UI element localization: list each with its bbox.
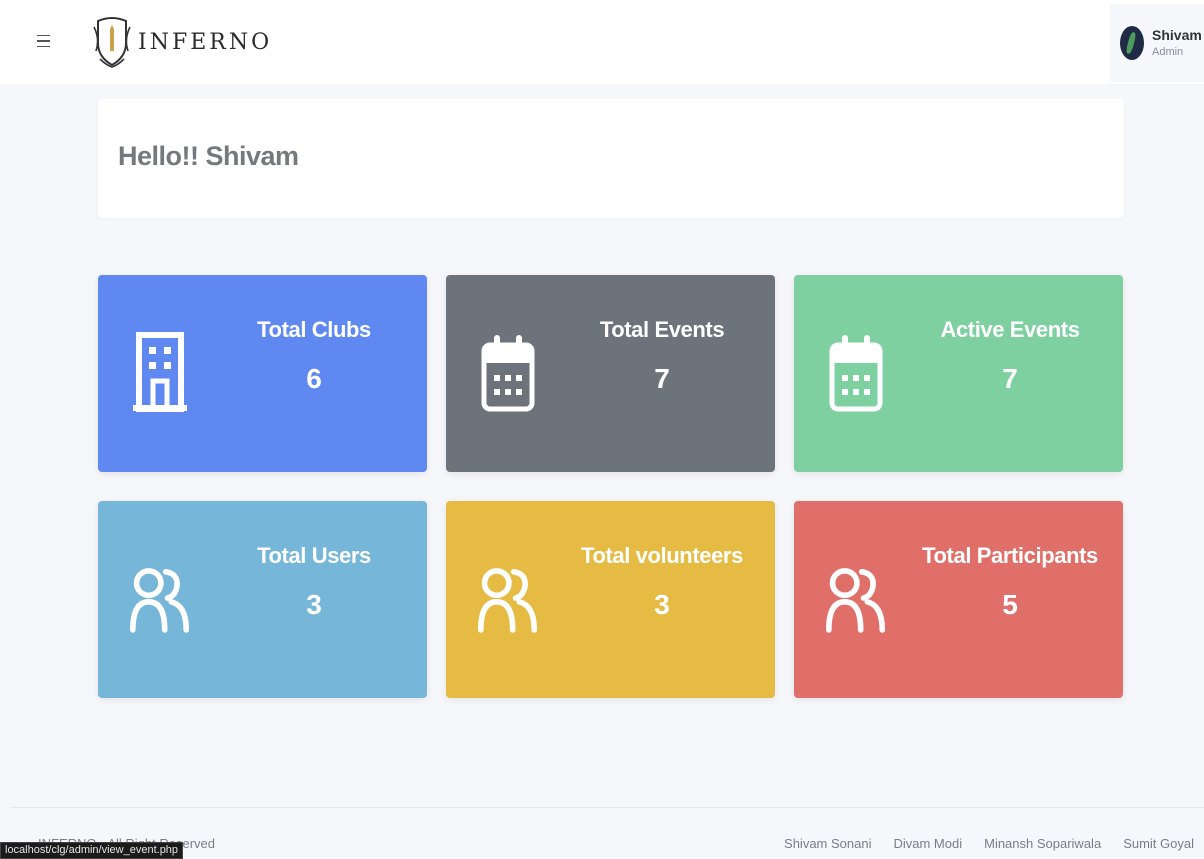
browser-status-url: localhost/clg/admin/view_event.php xyxy=(0,842,184,859)
stat-value: 7 xyxy=(1002,363,1018,394)
stat-label: Total Events xyxy=(599,317,725,342)
stat-label: Total Clubs xyxy=(257,317,371,342)
stat-value: 3 xyxy=(306,589,322,620)
footer-links: Shivam Sonani Divam Modi Minansh Sopariw… xyxy=(784,836,1194,851)
stat-card-total-users[interactable]: Total Users 3 xyxy=(98,501,427,698)
calendar-icon xyxy=(826,331,886,415)
avatar xyxy=(1120,26,1144,60)
shield-crest-icon xyxy=(93,17,131,68)
footer-link[interactable]: Sumit Goyal xyxy=(1123,836,1194,851)
stat-card-total-participants[interactable]: Total Participants 5 xyxy=(794,501,1123,698)
users-icon xyxy=(826,557,886,641)
user-role: Admin xyxy=(1152,46,1184,58)
footer-link[interactable]: Minansh Sopariwala xyxy=(984,836,1101,851)
users-icon xyxy=(478,557,538,641)
stat-label: Total Participants xyxy=(922,543,1098,568)
footer-link[interactable]: Divam Modi xyxy=(893,836,962,851)
footer: INFERNO - All Right Reserved Shivam Sona… xyxy=(10,807,1204,859)
brand-name: INFERNO xyxy=(138,29,273,55)
hamburger-icon[interactable] xyxy=(30,28,56,54)
users-icon xyxy=(130,557,190,641)
building-icon xyxy=(130,331,190,415)
stat-card-total-events[interactable]: Total Events 7 xyxy=(446,275,775,472)
stat-card-total-clubs[interactable]: Total Clubs 6 xyxy=(98,275,427,472)
user-profile[interactable]: Shivam Admin xyxy=(1110,4,1204,82)
footer-link[interactable]: Shivam Sonani xyxy=(784,836,871,851)
stat-value: 6 xyxy=(306,363,322,394)
stat-value: 7 xyxy=(654,363,670,394)
stat-value: 3 xyxy=(654,589,670,620)
calendar-icon xyxy=(478,331,538,415)
brand-logo[interactable]: INFERNO xyxy=(92,14,272,70)
stat-value: 5 xyxy=(1002,589,1018,620)
stat-card-total-volunteers[interactable]: Total volunteers 3 xyxy=(446,501,775,698)
greeting-card: Hello!! Shivam xyxy=(98,99,1124,218)
stat-label: Total Users xyxy=(257,543,371,568)
stat-label: Active Events xyxy=(940,317,1080,342)
user-name: Shivam xyxy=(1152,27,1202,43)
page-title: Hello!! Shivam xyxy=(118,141,299,171)
stat-label: Total volunteers xyxy=(581,543,743,568)
top-navbar: INFERNO Shivam Admin xyxy=(0,0,1204,84)
stat-card-active-events[interactable]: Active Events 7 xyxy=(794,275,1123,472)
